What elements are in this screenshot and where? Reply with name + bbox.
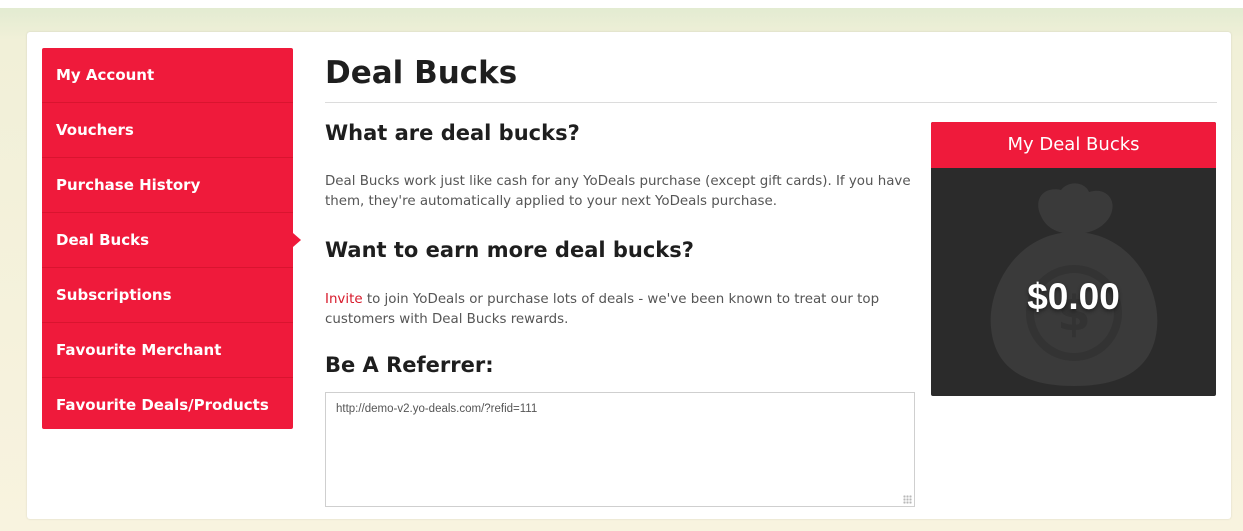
referrer-heading: Be A Referrer: xyxy=(325,353,494,377)
deal-bucks-card-body: $ $0.00 xyxy=(931,168,1216,396)
referral-url-textarea[interactable]: http://demo-v2.yo-deals.com/?refid=111 xyxy=(325,392,915,507)
sidebar-item-my-account[interactable]: My Account xyxy=(42,48,293,103)
what-description: Deal Bucks work just like cash for any Y… xyxy=(325,174,911,209)
sidebar-item-favourite-merchant[interactable]: Favourite Merchant xyxy=(42,323,293,378)
sidebar-item-deal-bucks[interactable]: Deal Bucks xyxy=(42,213,301,268)
earn-description-text: to join YoDeals or purchase lots of deal… xyxy=(325,292,880,327)
top-strip xyxy=(0,0,1243,8)
what-heading: What are deal bucks? xyxy=(325,121,580,145)
sidebar-item-favourite-deals-products[interactable]: Favourite Deals/Products xyxy=(42,378,293,432)
sidebar-item-vouchers[interactable]: Vouchers xyxy=(42,103,293,158)
referral-url-text: http://demo-v2.yo-deals.com/?refid=111 xyxy=(336,403,538,415)
deal-bucks-card-header: My Deal Bucks xyxy=(931,122,1216,168)
sidebar-item-subscriptions[interactable]: Subscriptions xyxy=(42,268,293,323)
earn-description: Invite to join YoDeals or purchase lots … xyxy=(325,290,915,330)
account-sidebar: My Account Vouchers Purchase History Dea… xyxy=(42,48,301,432)
main-content: Deal Bucks What are deal bucks? Deal Buc… xyxy=(325,48,1217,507)
deal-bucks-amount: $0.00 xyxy=(1027,276,1120,317)
sidebar-item-purchase-history[interactable]: Purchase History xyxy=(42,158,293,213)
page-title: Deal Bucks xyxy=(325,48,1217,103)
earn-heading: Want to earn more deal bucks? xyxy=(325,238,694,262)
content-panel: My Account Vouchers Purchase History Dea… xyxy=(27,32,1231,519)
invite-link[interactable]: Invite xyxy=(325,292,363,307)
resize-grip-icon[interactable] xyxy=(903,495,912,504)
my-deal-bucks-card: My Deal Bucks $ $0.00 xyxy=(931,122,1216,396)
